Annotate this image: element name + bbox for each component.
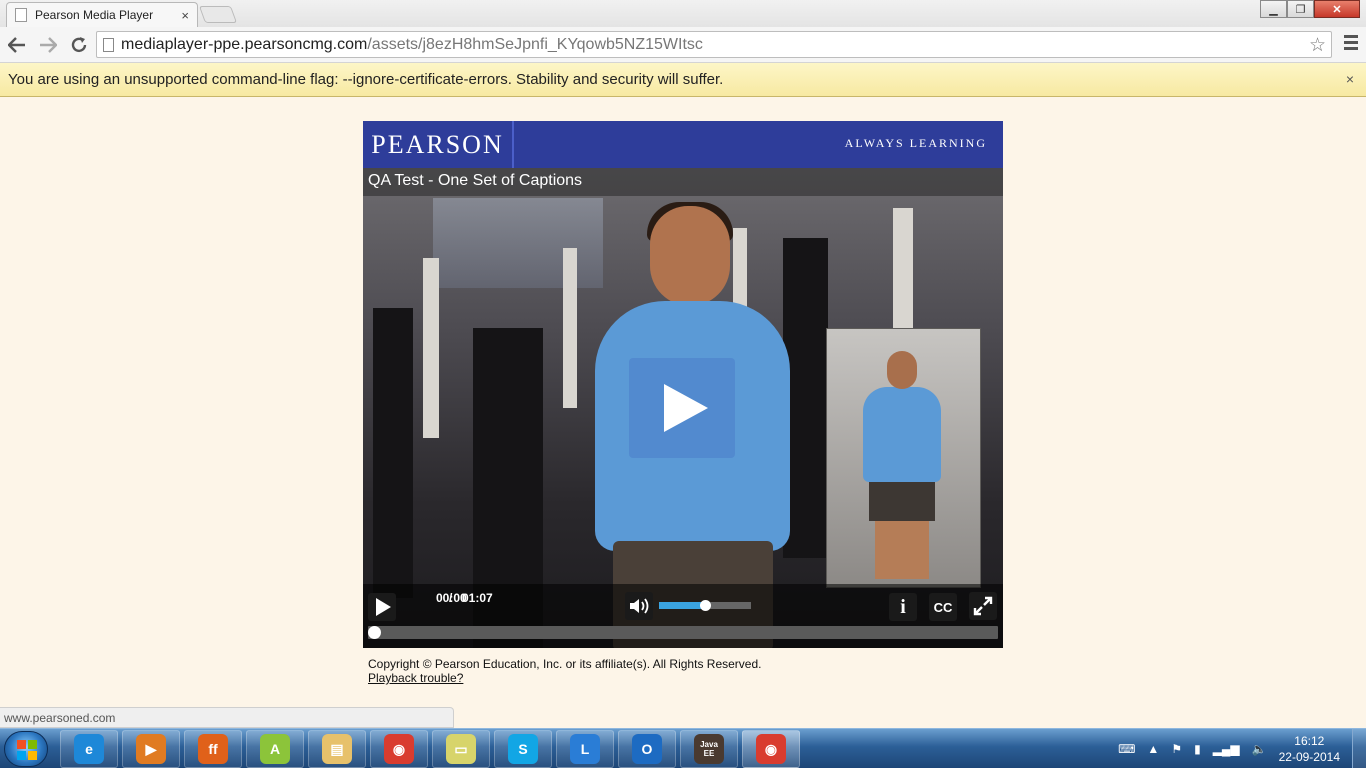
- clock-time: 16:12: [1294, 734, 1325, 748]
- gym-machine: [893, 208, 913, 328]
- fullscreen-icon: [973, 596, 993, 616]
- volume-knob[interactable]: [700, 600, 711, 611]
- minimize-button[interactable]: ▁: [1260, 0, 1287, 18]
- tab-close-icon[interactable]: ×: [181, 8, 189, 23]
- volume-slider[interactable]: [659, 600, 751, 611]
- taskbar-firefox-button[interactable]: ff: [184, 730, 242, 768]
- info-button[interactable]: i: [889, 593, 917, 621]
- network-signal-icon[interactable]: ▂▄▆: [1213, 742, 1240, 756]
- taskbar-skype-button[interactable]: S: [494, 730, 552, 768]
- url-path: /assets/j8ezH8hmSeJpnfi_KYqowb5NZ15WItsc: [367, 35, 703, 53]
- eclipse-java-ee-icon: Java EE: [694, 734, 724, 764]
- clock[interactable]: 16:12 22-09-2014: [1279, 733, 1340, 765]
- android-icon: A: [260, 734, 290, 764]
- taskbar-sticky-notes-button[interactable]: ▭: [432, 730, 490, 768]
- volume-button[interactable]: [625, 592, 653, 620]
- title-band: QA Test - One Set of Captions: [363, 168, 1003, 196]
- seek-bar[interactable]: [368, 626, 998, 639]
- battery-icon[interactable]: ▮: [1194, 742, 1201, 756]
- outlook-icon: O: [632, 734, 662, 764]
- copyright-text: Copyright © Pearson Education, Inc. or i…: [368, 657, 762, 671]
- chrome-active-icon: ◉: [756, 734, 786, 764]
- speaker-icon: [630, 598, 649, 614]
- clock-date: 22-09-2014: [1278, 750, 1340, 764]
- windows-logo-icon: [17, 740, 37, 760]
- taskbar-lync-button[interactable]: L: [556, 730, 614, 768]
- address-bar[interactable]: mediaplayer-ppe.pearsoncmg.com/assets/j8…: [96, 31, 1332, 58]
- windows-taskbar: e ▶ ff A ▤ ◉ ▭ S L O Java EE ◉ ⌨ ▲ ⚑ ▮ ▂▄▆ 🔈 16:12 …: [0, 728, 1366, 768]
- forward-arrow-icon[interactable]: [34, 31, 62, 59]
- gym-machine: [373, 308, 413, 598]
- pearson-logo: PEARSON: [363, 121, 514, 168]
- control-bar: 00:00 / 01:07 i CC: [363, 584, 1003, 648]
- play-icon: [664, 384, 708, 432]
- seek-knob[interactable]: [368, 626, 381, 639]
- internet-explorer-icon: e: [74, 734, 104, 764]
- taskbar-media-player-button[interactable]: ▶: [122, 730, 180, 768]
- warning-infobar: You are using an unsupported command-lin…: [0, 63, 1366, 97]
- fullscreen-button[interactable]: [969, 592, 997, 620]
- firefox-icon: ff: [198, 734, 228, 764]
- play-button[interactable]: [368, 593, 396, 621]
- volume-tray-icon[interactable]: 🔈: [1252, 742, 1267, 756]
- page-icon: [103, 37, 114, 52]
- tab-strip: Pearson Media Player × ▁ ❐ ✕: [0, 0, 1366, 27]
- video-title: QA Test - One Set of Captions: [368, 172, 583, 189]
- inset-video: [826, 328, 981, 588]
- cc-button[interactable]: CC: [929, 593, 957, 621]
- volume-fill: [659, 602, 705, 609]
- time-separator: /: [449, 591, 453, 605]
- action-center-flag-icon[interactable]: ⚑: [1171, 742, 1182, 756]
- big-play-button[interactable]: [629, 358, 735, 458]
- lync-icon: L: [570, 734, 600, 764]
- duration: 01:07: [462, 591, 493, 605]
- sticky-notes-icon: ▭: [446, 734, 476, 764]
- gym-machine: [563, 248, 577, 408]
- keyboard-icon[interactable]: ⌨: [1118, 742, 1135, 756]
- back-arrow-icon[interactable]: [3, 31, 31, 59]
- new-tab-button[interactable]: [198, 6, 238, 23]
- taskbar-internet-explorer-button[interactable]: e: [60, 730, 118, 768]
- file-explorer-icon: ▤: [322, 734, 352, 764]
- maximize-button[interactable]: ❐: [1287, 0, 1314, 18]
- brand-header: PEARSON ALWAYS LEARNING: [363, 121, 1003, 168]
- taskbar-outlook-button[interactable]: O: [618, 730, 676, 768]
- taskbar-chrome-active-button[interactable]: ◉: [742, 730, 800, 768]
- show-desktop-button[interactable]: [1352, 729, 1366, 768]
- video-background: [433, 198, 603, 288]
- infobar-message: You are using an unsupported command-lin…: [8, 71, 724, 88]
- system-tray: ⌨ ▲ ⚑ ▮ ▂▄▆ 🔈 16:12 22-09-2014: [1118, 729, 1366, 768]
- infobar-close-icon[interactable]: ×: [1346, 71, 1354, 87]
- chrome-menu-icon[interactable]: [1344, 35, 1358, 53]
- page-icon: [15, 8, 27, 22]
- play-icon: [376, 598, 391, 616]
- taskbar-file-explorer-button[interactable]: ▤: [308, 730, 366, 768]
- media-player-icon: ▶: [136, 734, 166, 764]
- taskbar-chrome-button[interactable]: ◉: [370, 730, 428, 768]
- start-button[interactable]: [4, 731, 48, 767]
- window-controls: ▁ ❐ ✕: [1260, 0, 1360, 18]
- reload-icon[interactable]: [65, 31, 93, 59]
- video-area[interactable]: QA Test - One Set of Captions 00:00 / 01…: [363, 168, 1003, 648]
- tab-title: Pearson Media Player: [35, 8, 154, 22]
- chrome-icon: ◉: [384, 734, 414, 764]
- gym-machine: [423, 258, 439, 438]
- close-window-button[interactable]: ✕: [1314, 0, 1360, 18]
- status-bubble: www.pearsoned.com: [0, 707, 454, 728]
- skype-icon: S: [508, 734, 538, 764]
- bookmark-star-icon[interactable]: ☆: [1309, 34, 1326, 57]
- url-host: mediaplayer-ppe.pearsoncmg.com: [121, 35, 368, 53]
- tab-pearson-media-player[interactable]: Pearson Media Player ×: [6, 2, 198, 27]
- player-footer: Copyright © Pearson Education, Inc. or i…: [368, 657, 761, 685]
- taskbar-android-button[interactable]: A: [246, 730, 304, 768]
- brand-tagline: ALWAYS LEARNING: [844, 136, 987, 150]
- browser-toolbar: mediaplayer-ppe.pearsoncmg.com/assets/j8…: [0, 27, 1366, 63]
- playback-trouble-link[interactable]: Playback trouble?: [368, 671, 761, 685]
- media-player: PEARSON ALWAYS LEARNING QA Test - One Se…: [363, 121, 1003, 648]
- tray-expand-icon[interactable]: ▲: [1147, 742, 1159, 756]
- taskbar-eclipse-java-ee-button[interactable]: Java EE: [680, 730, 738, 768]
